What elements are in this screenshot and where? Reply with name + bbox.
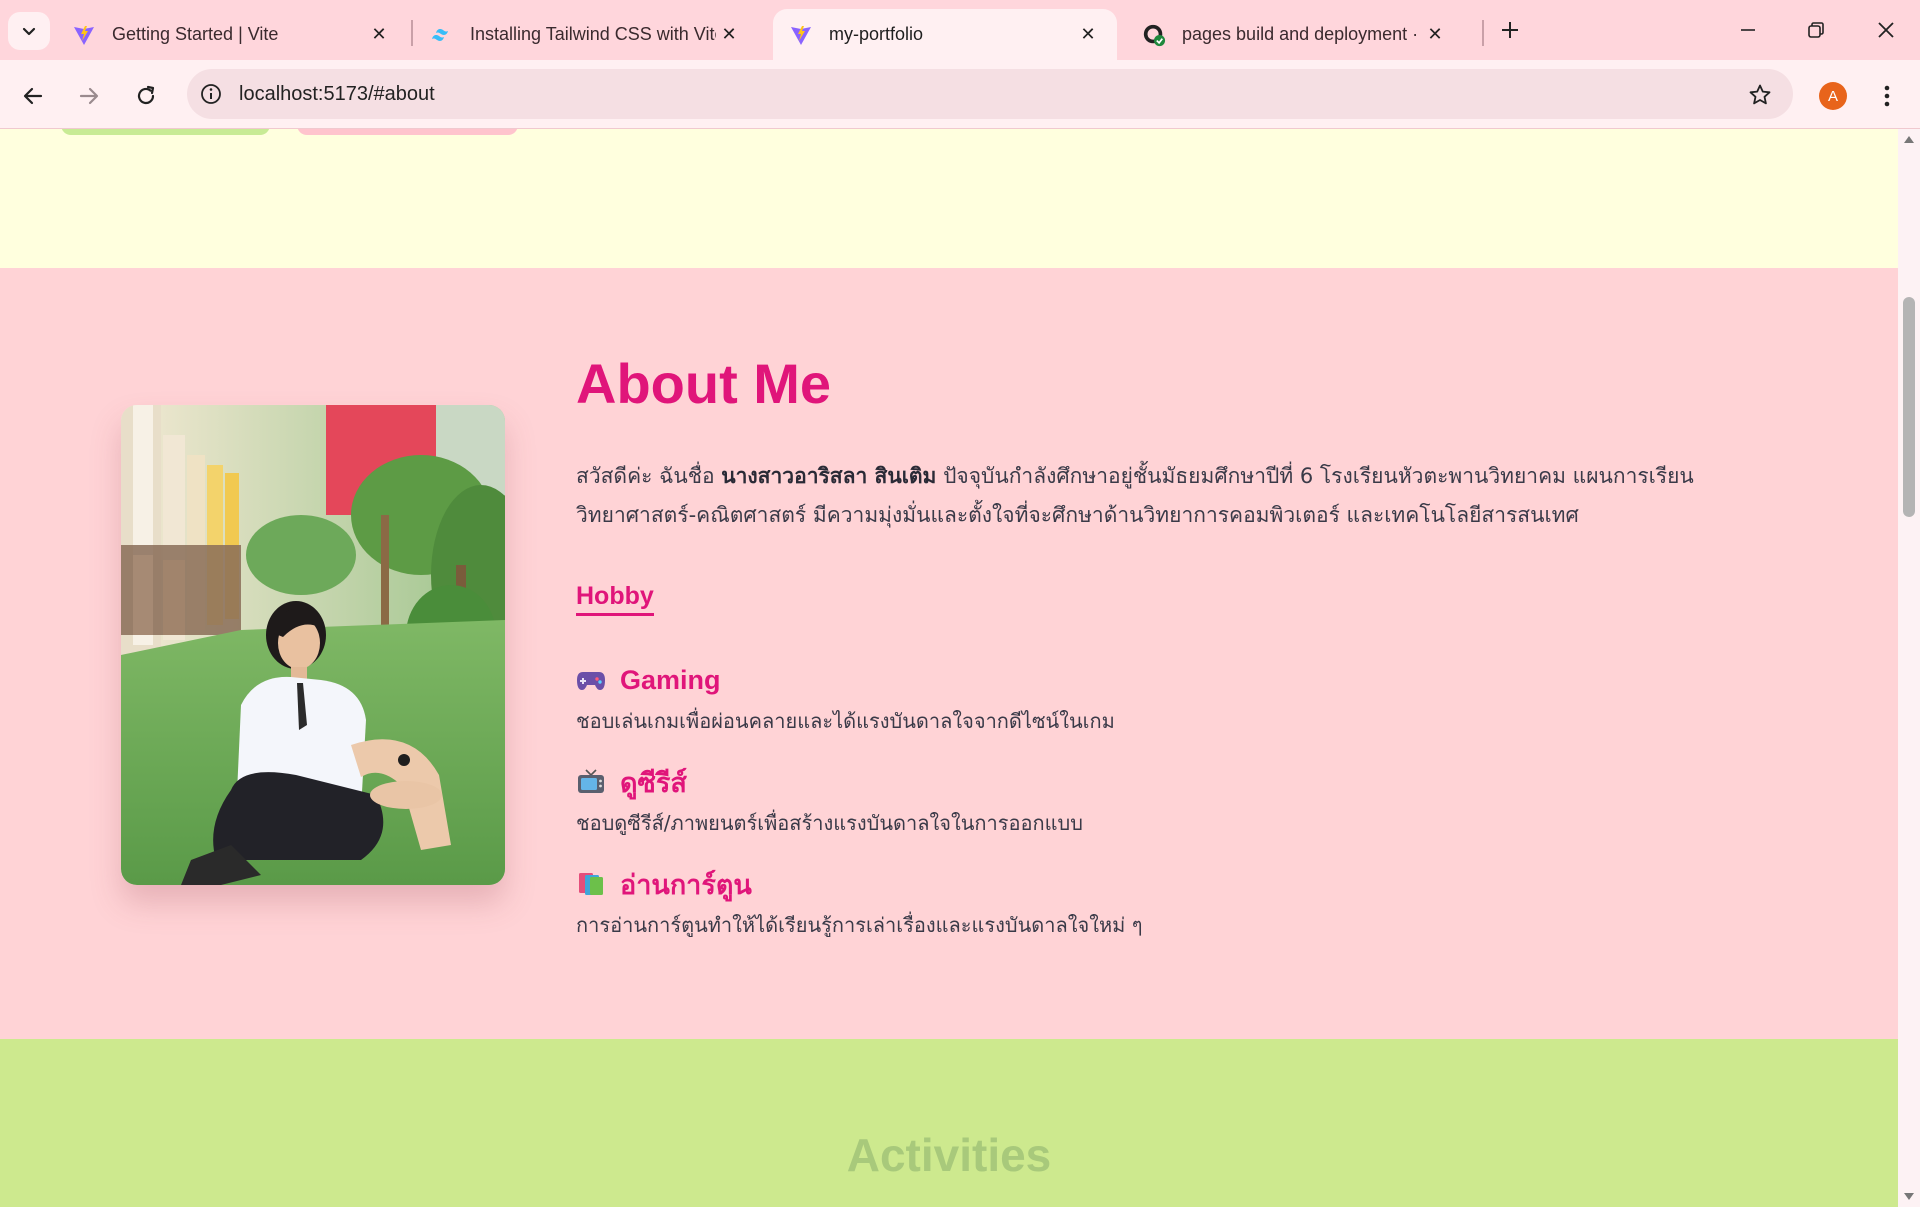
game-controller-icon <box>576 665 606 695</box>
tab-title: Installing Tailwind CSS with Vite <box>470 24 716 44</box>
reload-icon <box>137 85 155 105</box>
hero-secondary-button[interactable] <box>297 129 518 135</box>
hobby-item-gaming: Gaming ชอบเล่นเกมเพื่อผ่อนคลายและได้แรงบ… <box>576 660 1676 736</box>
tab-search-button[interactable] <box>8 12 50 50</box>
hobby-description: ชอบเล่นเกมเพื่อผ่อนคลายและได้แรงบันดาลใจ… <box>576 709 1115 733</box>
vite-icon <box>72 23 96 47</box>
hobby-description: การอ่านการ์ตูนทำให้ได้เรียนรู้การเล่าเรื… <box>576 913 1143 937</box>
page-scrollbar[interactable] <box>1898 129 1920 1207</box>
hero-section <box>0 129 1898 268</box>
arrow-right-icon <box>79 87 99 105</box>
close-icon <box>1878 22 1894 38</box>
forward-button[interactable] <box>69 76 109 116</box>
scrollbar-thumb[interactable] <box>1903 297 1915 517</box>
tab-pages-build[interactable]: pages build and deployment · Y ✕ <box>1126 9 1464 60</box>
address-bar[interactable]: localhost:5173/#about <box>187 69 1793 119</box>
bio-name: นางสาวอาริสลา สินเติม <box>721 464 937 488</box>
hobby-item-series: ดูซีรีส์ ชอบดูซีรีส์/ภาพยนตร์เพื่อสร้างแ… <box>576 762 1676 838</box>
new-tab-button[interactable] <box>1494 12 1526 48</box>
reload-button[interactable] <box>126 76 166 116</box>
page-viewport: About Me สวัสดีค่ะ ฉันชื่อ นางสาวอาริสลา… <box>0 129 1898 1207</box>
hobby-title: ดูซีรีส์ <box>620 767 687 798</box>
bookmark-star-icon[interactable] <box>1747 82 1773 108</box>
tailwind-icon <box>430 23 454 47</box>
tab-vite-getting-started[interactable]: Getting Started | Vite ✕ <box>56 9 408 60</box>
site-info-icon[interactable] <box>199 82 223 106</box>
tab-title: my-portfolio <box>829 24 924 44</box>
profile-photo <box>121 405 505 885</box>
tab-title: Getting Started | Vite <box>112 24 279 44</box>
close-icon[interactable]: ✕ <box>366 22 392 48</box>
minimize-button[interactable] <box>1718 8 1778 52</box>
hobby-title: Gaming <box>620 664 721 695</box>
minimize-icon <box>1741 29 1755 31</box>
url-text[interactable]: localhost:5173/#about <box>239 83 435 106</box>
restore-button[interactable] <box>1786 8 1846 52</box>
hobby-item-comics: อ่านการ์ตูน การอ่านการ์ตูนทำให้ได้เรียนร… <box>576 864 1676 940</box>
kebab-menu-icon <box>1884 85 1890 107</box>
profile-avatar[interactable]: A <box>1819 82 1847 110</box>
tab-strip: Getting Started | Vite ✕ Installing Tail… <box>0 0 1920 60</box>
about-bio: สวัสดีค่ะ ฉันชื่อ นางสาวอาริสลา สินเติม … <box>576 457 1716 535</box>
chevron-down-icon <box>22 27 36 36</box>
hero-primary-button[interactable] <box>61 129 270 135</box>
back-button[interactable] <box>13 76 53 116</box>
github-icon <box>1142 23 1166 47</box>
close-icon[interactable]: ✕ <box>716 22 742 48</box>
hobby-description: ชอบดูซีรีส์/ภาพยนตร์เพื่อสร้างแรงบันดาลใ… <box>576 811 1083 835</box>
hobby-title: อ่านการ์ตูน <box>620 869 752 900</box>
about-title: About Me <box>576 352 832 415</box>
hobby-heading: Hobby <box>576 581 654 616</box>
restore-icon <box>1808 22 1824 38</box>
vite-icon <box>789 23 813 47</box>
more-menu-button[interactable] <box>1870 76 1904 116</box>
tab-tailwind-installing[interactable]: Installing Tailwind CSS with Vite ✕ <box>414 9 758 60</box>
browser-toolbar: localhost:5173/#about A <box>0 60 1920 129</box>
arrow-left-icon <box>23 87 43 105</box>
scroll-up-arrow-icon[interactable] <box>1902 133 1916 145</box>
books-icon <box>576 869 606 899</box>
bio-intro: สวัสดีค่ะ ฉันชื่อ <box>576 464 722 488</box>
plus-icon <box>1502 22 1518 38</box>
tab-my-portfolio[interactable]: my-portfolio ✕ <box>773 9 1117 60</box>
close-window-button[interactable] <box>1856 8 1916 52</box>
tab-title: pages build and deployment · Y <box>1182 24 1422 44</box>
close-icon[interactable]: ✕ <box>1075 22 1101 48</box>
close-icon[interactable]: ✕ <box>1422 22 1448 48</box>
television-icon <box>576 767 606 797</box>
scroll-down-arrow-icon[interactable] <box>1902 1191 1916 1203</box>
tab-separator <box>1482 20 1484 46</box>
tab-separator <box>411 20 413 46</box>
activities-title: Activities <box>846 1129 1052 1181</box>
